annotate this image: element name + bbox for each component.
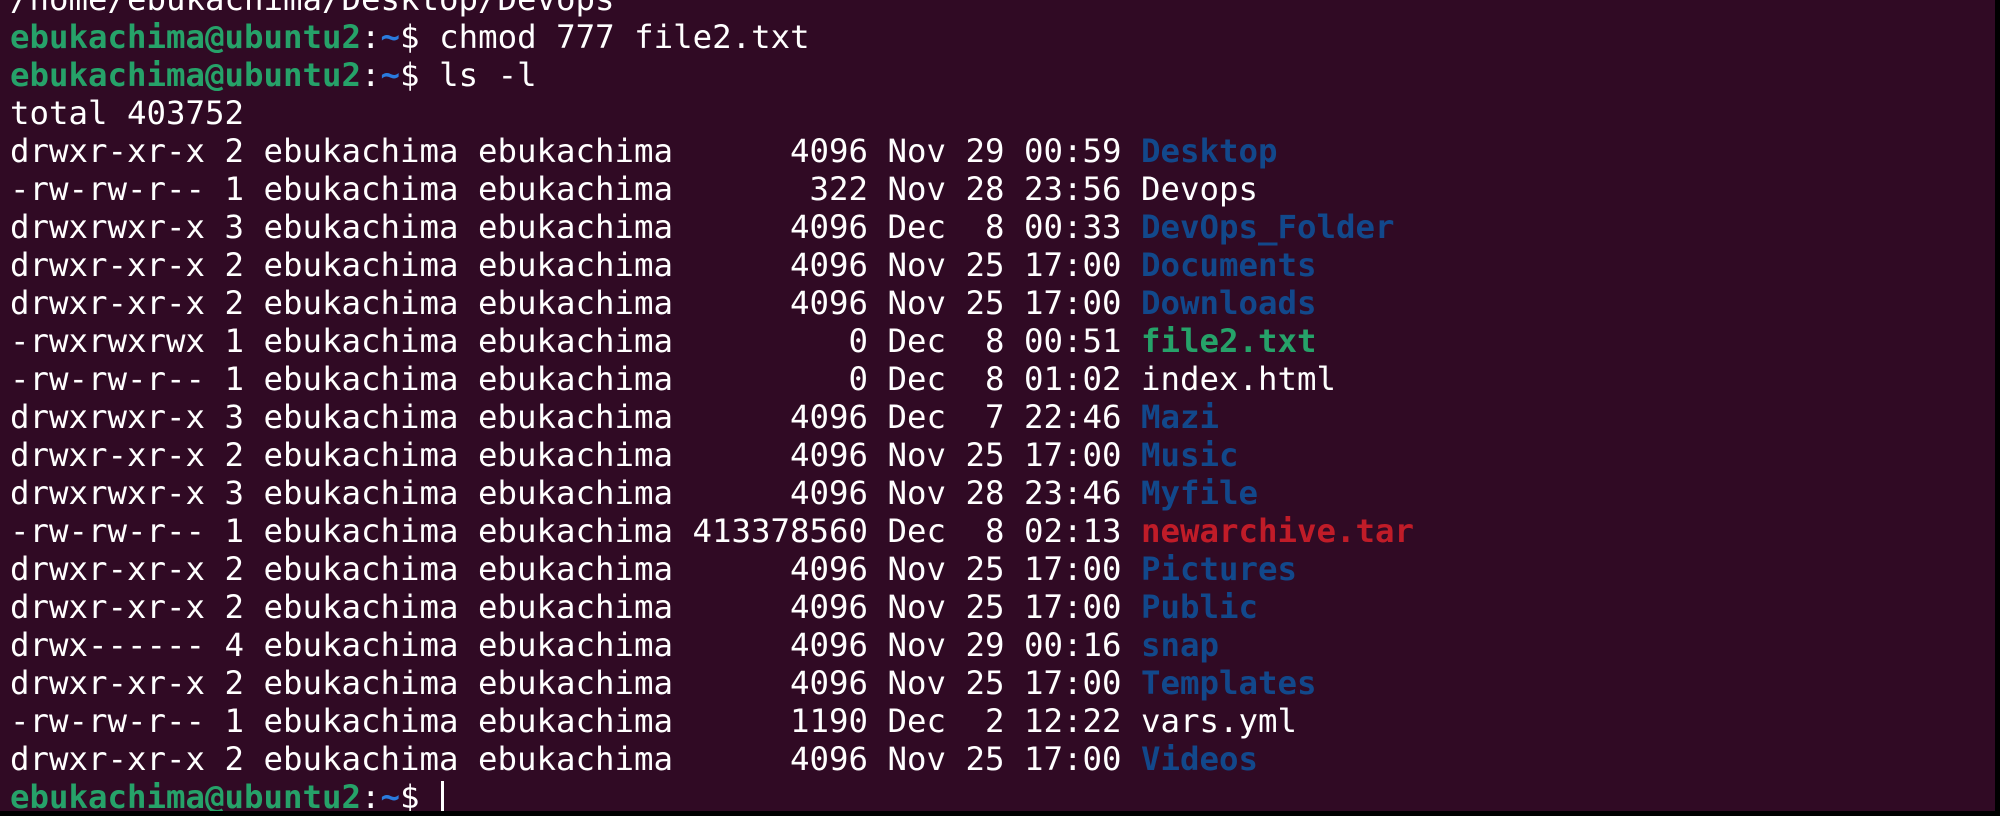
listing-row: drwxr-xr-x 2 ebukachima ebukachima 4096 … — [10, 246, 1414, 284]
listing-row: drwxr-xr-x 2 ebukachima ebukachima 4096 … — [10, 284, 1414, 322]
file-meta: -rw-rw-r-- 1 ebukachima ebukachima 1190 … — [10, 702, 1142, 740]
file-name: index.html — [1141, 360, 1337, 398]
command-text: ls -l — [439, 56, 537, 94]
file-name: Documents — [1141, 246, 1317, 284]
file-name: snap — [1141, 626, 1220, 664]
listing-row: drwxrwxr-x 3 ebukachima ebukachima 4096 … — [10, 474, 1414, 512]
command-line: ebukachima@ubuntu2:~$ chmod 777 file2.tx… — [10, 18, 1414, 56]
file-meta: drwx------ 4 ebukachima ebukachima 4096 … — [10, 626, 1142, 664]
file-name: Myfile — [1141, 474, 1259, 512]
listing-row: drwxrwxr-x 3 ebukachima ebukachima 4096 … — [10, 398, 1414, 436]
file-name: Downloads — [1141, 284, 1317, 322]
file-meta: drwxr-xr-x 2 ebukachima ebukachima 4096 … — [10, 246, 1142, 284]
file-meta: drwxr-xr-x 2 ebukachima ebukachima 4096 … — [10, 284, 1142, 322]
total-line: total 403752 — [10, 94, 1414, 132]
listing-row: drwxr-xr-x 2 ebukachima ebukachima 4096 … — [10, 588, 1414, 626]
previous-output-line: /home/ebukachima/Desktop/Devops — [10, 0, 1414, 18]
window-right-border — [1995, 0, 2000, 816]
file-name: file2.txt — [1141, 322, 1317, 360]
file-name: Mazi — [1141, 398, 1220, 436]
listing-row: -rw-rw-r-- 1 ebukachima ebukachima 0 Dec… — [10, 360, 1414, 398]
prompt-symbol: $ — [400, 56, 440, 94]
file-name: Music — [1141, 436, 1239, 474]
file-meta: drwxr-xr-x 2 ebukachima ebukachima 4096 … — [10, 436, 1142, 474]
listing-row: drwxrwxr-x 3 ebukachima ebukachima 4096 … — [10, 208, 1414, 246]
file-meta: drwxr-xr-x 2 ebukachima ebukachima 4096 … — [10, 132, 1142, 170]
file-meta: drwxrwxr-x 3 ebukachima ebukachima 4096 … — [10, 208, 1142, 246]
command-line: ebukachima@ubuntu2:~$ ls -l — [10, 56, 1414, 94]
file-meta: -rw-rw-r-- 1 ebukachima ebukachima 322 N… — [10, 170, 1142, 208]
prompt-user-host: ebukachima@ubuntu2 — [10, 18, 362, 56]
prompt-symbol: $ — [400, 18, 440, 56]
listing-row: -rw-rw-r-- 1 ebukachima ebukachima 1190 … — [10, 702, 1414, 740]
prompt-user-host: ebukachima@ubuntu2 — [10, 56, 362, 94]
command-text: chmod 777 file2.txt — [439, 18, 810, 56]
listing-row: drwxr-xr-x 2 ebukachima ebukachima 4096 … — [10, 664, 1414, 702]
file-name: Templates — [1141, 664, 1317, 702]
listing-row: drwxr-xr-x 2 ebukachima ebukachima 4096 … — [10, 436, 1414, 474]
file-meta: -rw-rw-r-- 1 ebukachima ebukachima 0 Dec… — [10, 360, 1142, 398]
file-meta: drwxrwxr-x 3 ebukachima ebukachima 4096 … — [10, 474, 1142, 512]
listing-row: drwxr-xr-x 2 ebukachima ebukachima 4096 … — [10, 550, 1414, 588]
terminal-window[interactable]: /home/ebukachima/Desktop/Devops ebukachi… — [0, 0, 2000, 816]
file-listing: drwxr-xr-x 2 ebukachima ebukachima 4096 … — [10, 132, 1414, 778]
listing-row: drwx------ 4 ebukachima ebukachima 4096 … — [10, 626, 1414, 664]
file-name: Public — [1141, 588, 1259, 626]
file-meta: drwxr-xr-x 2 ebukachima ebukachima 4096 … — [10, 550, 1142, 588]
file-meta: drwxr-xr-x 2 ebukachima ebukachima 4096 … — [10, 588, 1142, 626]
file-name: Videos — [1141, 740, 1259, 778]
file-name: DevOps_Folder — [1141, 208, 1395, 246]
prompt-separator: : — [361, 18, 381, 56]
listing-row: -rwxrwxrwx 1 ebukachima ebukachima 0 Dec… — [10, 322, 1414, 360]
file-meta: -rwxrwxrwx 1 ebukachima ebukachima 0 Dec… — [10, 322, 1142, 360]
file-name: Desktop — [1141, 132, 1278, 170]
previous-output-text: /home/ebukachima/Desktop/Devops — [10, 0, 615, 18]
file-name: Pictures — [1141, 550, 1298, 588]
listing-row: drwxr-xr-x 2 ebukachima ebukachima 4096 … — [10, 132, 1414, 170]
prompt-path: ~ — [380, 18, 401, 56]
total-text: total 403752 — [10, 94, 245, 132]
file-meta: drwxr-xr-x 2 ebukachima ebukachima 4096 … — [10, 664, 1142, 702]
file-name: Devops — [1141, 170, 1259, 208]
file-meta: -rw-rw-r-- 1 ebukachima ebukachima 41337… — [10, 512, 1142, 550]
file-name: vars.yml — [1141, 702, 1298, 740]
window-bottom-border — [0, 811, 2000, 816]
listing-row: -rw-rw-r-- 1 ebukachima ebukachima 322 N… — [10, 170, 1414, 208]
terminal-output: /home/ebukachima/Desktop/Devops ebukachi… — [10, 0, 1414, 816]
listing-row: -rw-rw-r-- 1 ebukachima ebukachima 41337… — [10, 512, 1414, 550]
file-name: newarchive.tar — [1141, 512, 1415, 550]
listing-row: drwxr-xr-x 2 ebukachima ebukachima 4096 … — [10, 740, 1414, 778]
prompt-path: ~ — [380, 56, 401, 94]
prompt-separator: : — [361, 56, 381, 94]
file-meta: drwxrwxr-x 3 ebukachima ebukachima 4096 … — [10, 398, 1142, 436]
file-meta: drwxr-xr-x 2 ebukachima ebukachima 4096 … — [10, 740, 1142, 778]
text-cursor[interactable] — [441, 781, 445, 815]
